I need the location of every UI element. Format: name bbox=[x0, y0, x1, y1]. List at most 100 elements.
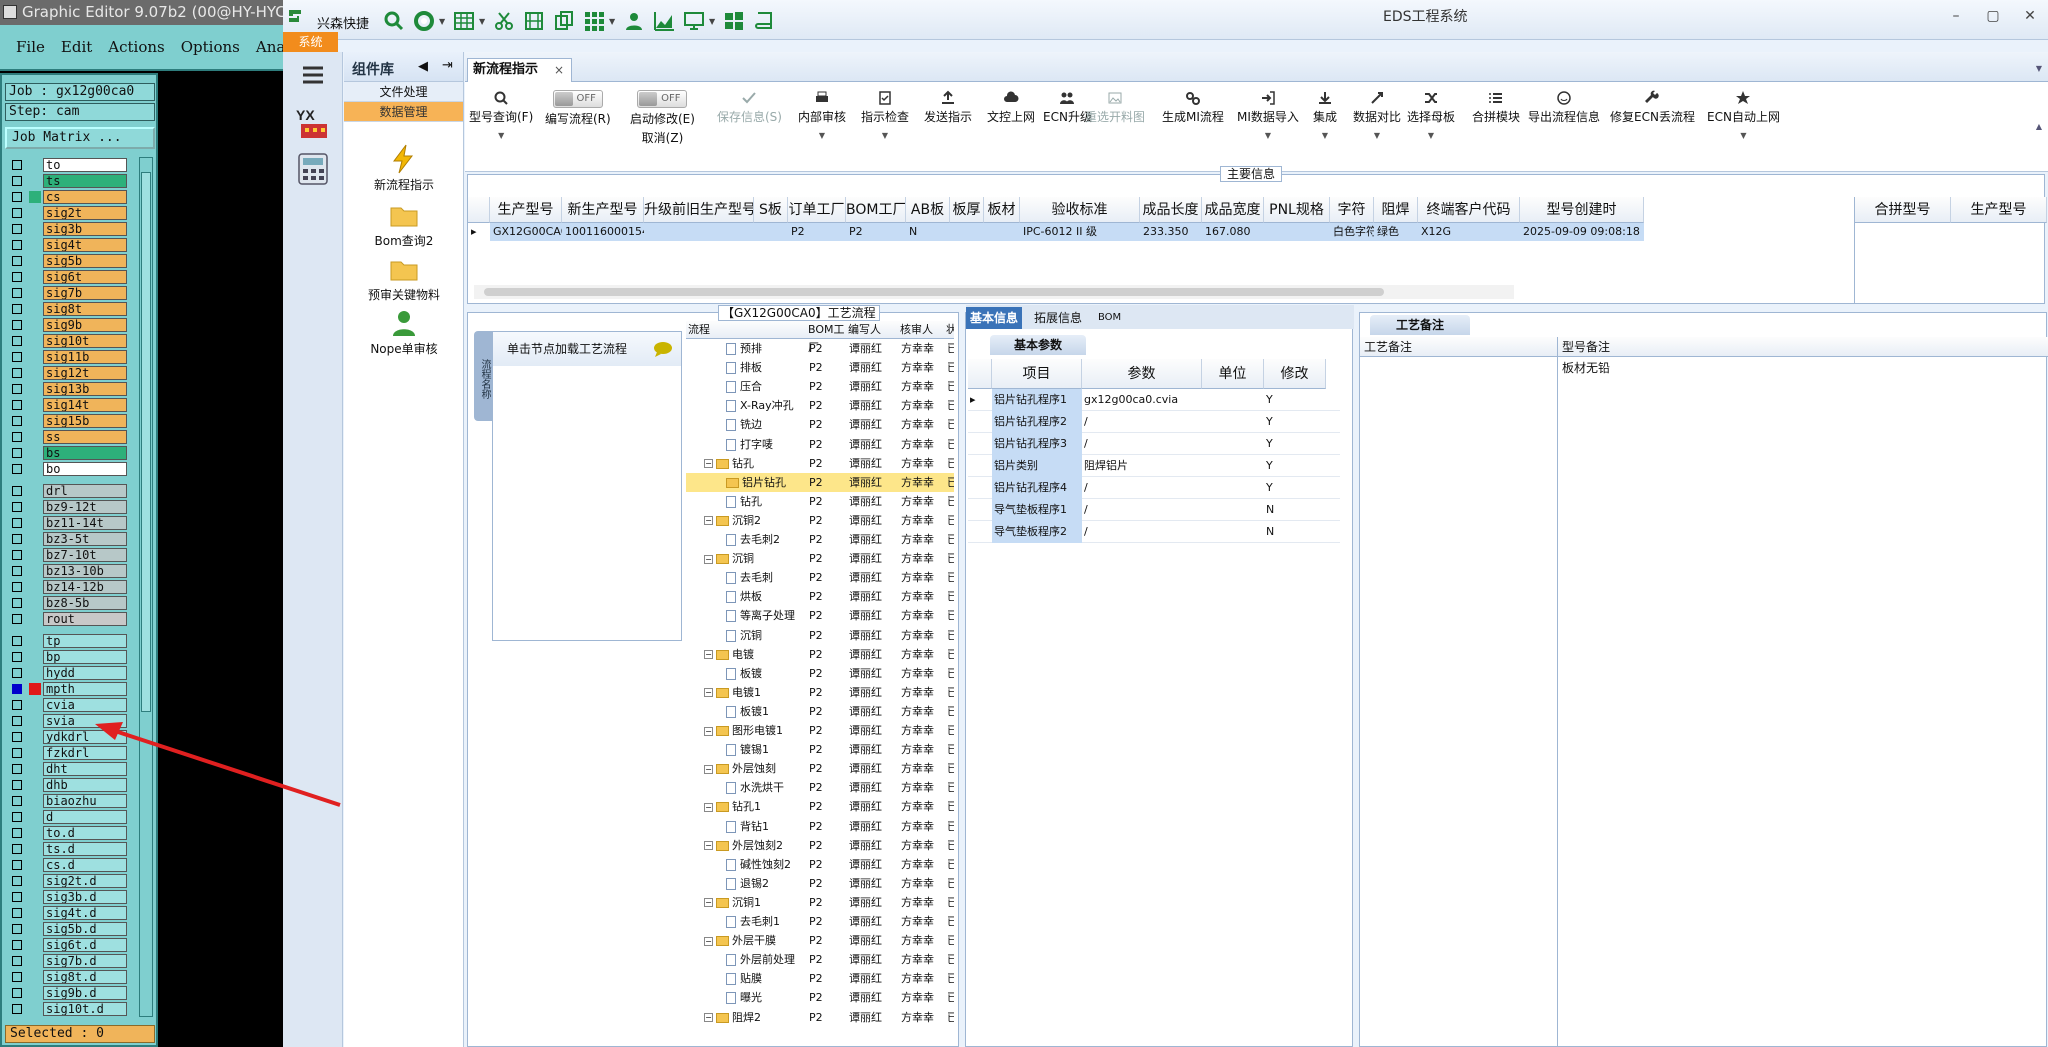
grid-cell[interactable]: 2025-09-09 09:08:18 bbox=[1520, 223, 1644, 241]
layer-row[interactable]: sig2t.d bbox=[5, 873, 129, 889]
layer-checkbox[interactable] bbox=[12, 716, 22, 726]
data-compare-button[interactable]: 数据对比 ▼ bbox=[1353, 90, 1401, 140]
layer-checkbox[interactable] bbox=[12, 892, 22, 902]
flow-tree-row[interactable]: 去毛刺2 P2 谭丽红 方幸幸 已审核 bbox=[686, 530, 954, 549]
layer-checkbox[interactable] bbox=[12, 796, 22, 806]
grid-header[interactable]: 订单工厂 bbox=[788, 197, 846, 223]
layer-name[interactable]: bp bbox=[43, 650, 127, 664]
layer-name[interactable]: bz8-5b bbox=[43, 596, 127, 610]
layer-name[interactable]: sig2t.d bbox=[43, 874, 127, 888]
layer-row[interactable]: sig13b bbox=[5, 381, 129, 397]
flow-tree-header[interactable]: BOM工厂 bbox=[806, 321, 846, 354]
layer-checkbox[interactable] bbox=[12, 732, 22, 742]
flow-step[interactable]: 铝片钻孔 bbox=[726, 473, 806, 492]
layer-name[interactable]: sig11b bbox=[43, 350, 127, 364]
grid-cell[interactable] bbox=[754, 223, 788, 241]
send-instruction-button[interactable]: 发送指示 bbox=[924, 90, 972, 125]
layer-row[interactable]: sig5b.d bbox=[5, 921, 129, 937]
flow-step[interactable]: 镀锡1 bbox=[726, 740, 806, 759]
layer-checkbox[interactable] bbox=[12, 550, 22, 560]
layer-checkbox[interactable] bbox=[12, 684, 22, 694]
layer-name[interactable]: sig9b bbox=[43, 318, 127, 332]
collapse-toggle-icon[interactable]: − bbox=[704, 726, 713, 736]
layer-checkbox[interactable] bbox=[12, 614, 22, 624]
layer-name[interactable]: fzkdrl bbox=[43, 746, 127, 760]
flow-tree-header[interactable]: 核审人 bbox=[898, 321, 944, 339]
maximize-button[interactable]: ▢ bbox=[1980, 8, 2006, 28]
layer-row[interactable]: bz3-5t bbox=[5, 531, 129, 547]
layer-checkbox[interactable] bbox=[12, 288, 22, 298]
edit-flow-switch[interactable]: OFF bbox=[552, 90, 603, 108]
param-modify-cell[interactable]: Y bbox=[1264, 455, 1326, 477]
chevron-down-icon[interactable]: ▼ bbox=[2036, 64, 2042, 73]
flow-tree-row[interactable]: − 外层蚀刻 P2 谭丽红 方幸幸 已审核 bbox=[686, 759, 954, 778]
param-modify-cell[interactable]: Y bbox=[1264, 389, 1326, 411]
layer-name[interactable]: ss bbox=[43, 430, 127, 444]
layer-checkbox[interactable] bbox=[12, 534, 22, 544]
component-bom-query2[interactable]: Bom查询2 bbox=[344, 200, 464, 249]
layer-checkbox[interactable] bbox=[12, 336, 22, 346]
flow-tree-row[interactable]: 铝片钻孔 P2 谭丽红 方幸幸 已审核 bbox=[686, 472, 954, 492]
param-value-cell[interactable]: / bbox=[1082, 433, 1202, 455]
flow-tree-row[interactable]: X-Ray冲孔 P2 谭丽红 方幸幸 已审核 bbox=[686, 396, 954, 415]
lifebuoy-icon[interactable] bbox=[409, 8, 439, 34]
param-grid-header[interactable]: 单位 bbox=[1202, 359, 1264, 389]
collapse-toggle-icon[interactable]: − bbox=[704, 764, 713, 774]
scissors-icon[interactable] bbox=[489, 8, 519, 34]
close-button[interactable]: ✕ bbox=[2017, 8, 2043, 28]
layer-row[interactable]: ydkdrl bbox=[5, 729, 129, 745]
layer-row[interactable]: tp bbox=[5, 633, 129, 649]
layer-checkbox[interactable] bbox=[12, 940, 22, 950]
close-icon[interactable]: × bbox=[554, 59, 564, 81]
layer-name[interactable]: sig6t bbox=[43, 270, 127, 284]
layer-row[interactable]: ts.d bbox=[5, 841, 129, 857]
grid-cell[interactable] bbox=[644, 223, 754, 241]
layer-row[interactable]: sig6t.d bbox=[5, 937, 129, 953]
layer-name[interactable]: sig4t bbox=[43, 238, 127, 252]
layer-checkbox[interactable] bbox=[12, 652, 22, 662]
flow-tree-header[interactable]: 状态 bbox=[944, 321, 954, 339]
collapse-toggle-icon[interactable]: − bbox=[704, 459, 713, 469]
param-value-cell[interactable]: / bbox=[1082, 477, 1202, 499]
grid-header[interactable]: 新生产型号 bbox=[562, 197, 644, 223]
tab-bom[interactable]: BOM bbox=[1094, 307, 1125, 329]
layer-checkbox[interactable] bbox=[12, 208, 22, 218]
param-value-cell[interactable]: / bbox=[1082, 411, 1202, 433]
layer-row[interactable]: sig10t bbox=[5, 333, 129, 349]
flow-tree-row[interactable]: − 外层蚀刻2 P2 谭丽红 方幸幸 已审核 bbox=[686, 836, 954, 855]
flow-step[interactable]: 贴膜 bbox=[726, 969, 806, 988]
layer-checkbox[interactable] bbox=[12, 748, 22, 758]
layer-name[interactable]: sig5b bbox=[43, 254, 127, 268]
section-data-management[interactable]: 数据管理 bbox=[344, 102, 463, 122]
layer-name[interactable]: cs bbox=[43, 190, 127, 204]
layer-row[interactable]: hydd bbox=[5, 665, 129, 681]
layer-checkbox[interactable] bbox=[12, 812, 22, 822]
layer-row[interactable]: dht bbox=[5, 761, 129, 777]
collapse-toggle-icon[interactable]: − bbox=[704, 841, 713, 851]
param-row[interactable]: 铝片类别 阻焊铝片 Y bbox=[968, 455, 1340, 477]
flow-tree-row[interactable]: − 沉铜1 P2 谭丽红 方幸幸 已审核 bbox=[686, 893, 954, 912]
flow-step[interactable]: 退锡2 bbox=[726, 874, 806, 893]
param-item-cell[interactable]: 导气垫板程序2 bbox=[992, 521, 1082, 543]
layer-name[interactable]: sig10t.d bbox=[43, 1002, 127, 1016]
layer-name[interactable]: rout bbox=[43, 612, 127, 626]
layer-row[interactable]: sig9b.d bbox=[5, 985, 129, 1001]
grid-cell[interactable]: P2 bbox=[788, 223, 846, 241]
flow-tree-row[interactable]: 去毛刺1 P2 谭丽红 方幸幸 已审核 bbox=[686, 912, 954, 931]
layer-row[interactable]: sig3b.d bbox=[5, 889, 129, 905]
layer-checkbox[interactable] bbox=[12, 416, 22, 426]
layer-row[interactable]: mpth bbox=[5, 681, 129, 697]
collapse-toggle-icon[interactable]: − bbox=[704, 898, 713, 908]
fix-ecn-lost-flow-button[interactable]: 修复ECN丢流程 bbox=[1610, 90, 1695, 125]
flow-step[interactable]: 打字唛 bbox=[726, 435, 806, 454]
save-info-button[interactable]: 保存信息(S) bbox=[717, 90, 782, 125]
flow-tree-row[interactable]: 铣边 P2 谭丽红 方幸幸 已审核 bbox=[686, 415, 954, 434]
layer-checkbox[interactable] bbox=[12, 502, 22, 512]
grid-header[interactable]: 升级前旧生产型号 bbox=[644, 197, 754, 223]
flow-tree-row[interactable]: − 外层干膜 P2 谭丽红 方幸幸 已审核 bbox=[686, 931, 954, 950]
layer-name[interactable]: sig8t bbox=[43, 302, 127, 316]
grid-header[interactable]: 字符 bbox=[1330, 197, 1374, 223]
flow-step[interactable]: 排板 bbox=[726, 358, 806, 377]
flow-name-vertical-tab[interactable]: 流程名称 bbox=[474, 331, 492, 421]
flow-tree-row[interactable]: 曝光 P2 谭丽红 方幸幸 已审核 bbox=[686, 988, 954, 1007]
